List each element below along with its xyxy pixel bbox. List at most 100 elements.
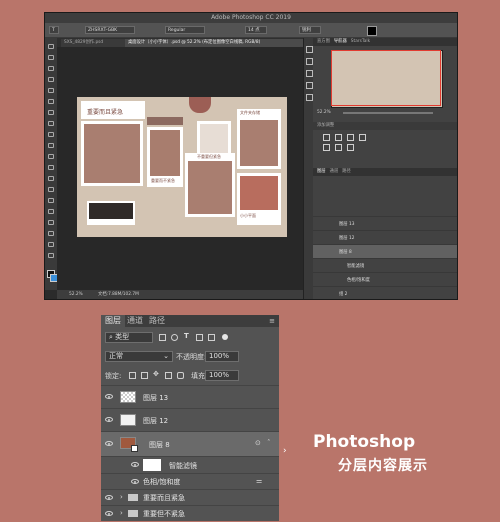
lock-position-icon[interactable]: ✥	[153, 370, 159, 378]
filter-type-icon[interactable]: T	[184, 332, 189, 340]
curves-icon[interactable]	[347, 134, 354, 141]
type-tool-icon[interactable]: T	[49, 26, 59, 34]
color-balance-icon[interactable]	[347, 144, 354, 151]
lock-pixels-icon[interactable]	[141, 372, 148, 379]
eyedropper-tool-icon[interactable]	[48, 99, 54, 104]
panel-menu-icon[interactable]: ≡	[269, 317, 275, 325]
tab-paths[interactable]: 路径	[145, 315, 169, 327]
group-row[interactable]: › 重要但不紧急	[101, 505, 279, 522]
stamp-tool-icon[interactable]	[48, 132, 54, 137]
mini-layer-row[interactable]: 图层 12	[313, 230, 457, 245]
filter-options-icon[interactable]: ⚌	[256, 477, 262, 485]
group-name[interactable]: 重要但不紧急	[143, 509, 185, 519]
mini-layer-row[interactable]: 色相/饱和度	[313, 272, 457, 287]
navigator-zoom-slider[interactable]	[343, 112, 433, 114]
eraser-tool-icon[interactable]	[48, 154, 54, 159]
smart-filter-indicator-icon[interactable]: ⊙	[255, 439, 261, 447]
lock-all-icon[interactable]	[177, 372, 184, 379]
font-size-select[interactable]: 14 点	[245, 26, 267, 34]
levels-icon[interactable]	[335, 134, 342, 141]
filter-row[interactable]: 色相/饱和度 ⚌	[101, 473, 279, 489]
tab-layers[interactable]: 图层	[101, 315, 125, 327]
group-name[interactable]: 重要而且紧急	[143, 493, 185, 503]
tab-starstalk[interactable]: StarsTalk	[351, 39, 370, 44]
mini-layer-row[interactable]: 图层 13	[313, 216, 457, 231]
smart-filter-row[interactable]: 智能滤镜	[101, 456, 279, 473]
layer-name[interactable]: 图层 12	[143, 416, 168, 426]
canvas-area[interactable]: 重要而且紧急 重要而不紧急 不重要但紧急 文件夹存储 小小平面	[57, 47, 303, 290]
font-family-select[interactable]: ZHSRXT-GBK	[85, 26, 135, 34]
mini-layer-row[interactable]: 组 2	[313, 286, 457, 299]
tab-document-1[interactable]: SXS_4829创作.psd	[61, 39, 127, 47]
path-select-tool-icon[interactable]	[48, 220, 54, 225]
tab-channels[interactable]: 通道	[123, 315, 147, 327]
navigator-view-box[interactable]	[331, 50, 441, 106]
layer-name[interactable]: 智能滤镜	[169, 461, 197, 471]
lasso-tool-icon[interactable]	[48, 66, 54, 71]
tab-document-2[interactable]: 桌面设计（小小字体）.psd @ 52.2% (布定位图像空白线稿, RGB/8…	[125, 39, 303, 47]
layer-name[interactable]: 图层 8	[149, 440, 170, 450]
blur-tool-icon[interactable]	[48, 176, 54, 181]
shape-tool-icon[interactable]	[48, 231, 54, 236]
filter-shape-icon[interactable]	[196, 334, 203, 341]
healing-tool-icon[interactable]	[48, 110, 54, 115]
eye-icon[interactable]	[105, 495, 113, 500]
brush-tool-icon[interactable]	[48, 121, 54, 126]
eye-icon[interactable]	[105, 441, 113, 446]
marquee-tool-icon[interactable]	[48, 55, 54, 60]
properties-icon[interactable]	[306, 94, 313, 101]
fill-input[interactable]: 100%	[205, 370, 239, 381]
layer-name[interactable]: 色相/饱和度	[143, 477, 180, 487]
blend-mode-select[interactable]: 正常 ⌄	[105, 351, 173, 362]
filter-mask-thumbnail[interactable]	[143, 459, 161, 471]
type-tool-icon[interactable]	[48, 209, 54, 214]
hue-saturation-icon[interactable]	[335, 144, 342, 151]
gradient-tool-icon[interactable]	[48, 165, 54, 170]
text-color-swatch[interactable]	[367, 26, 377, 36]
crop-tool-icon[interactable]	[48, 88, 54, 93]
eye-icon[interactable]	[105, 511, 113, 516]
filter-pixel-icon[interactable]	[159, 334, 166, 341]
history-icon[interactable]	[306, 46, 313, 53]
mini-layer-row[interactable]: 图层 8	[313, 244, 457, 259]
group-row[interactable]: › 重要而且紧急	[101, 489, 279, 505]
lock-artboard-icon[interactable]	[165, 372, 172, 379]
exposure-icon[interactable]	[359, 134, 366, 141]
eye-icon[interactable]	[131, 479, 139, 484]
eye-icon[interactable]	[105, 417, 113, 422]
filter-toggle-icon[interactable]	[222, 334, 228, 340]
filter-smart-object-icon[interactable]	[208, 334, 215, 341]
move-tool-icon[interactable]	[48, 44, 54, 49]
vibrance-icon[interactable]	[323, 144, 330, 151]
layer-row-selected[interactable]: 图层 8 ⊙ ˆ	[101, 431, 279, 456]
character-icon[interactable]	[306, 70, 313, 77]
paragraph-icon[interactable]	[306, 82, 313, 89]
magic-wand-tool-icon[interactable]	[48, 77, 54, 82]
chevron-right-icon[interactable]: ›	[120, 509, 123, 517]
brightness-icon[interactable]	[323, 134, 330, 141]
layer-row[interactable]: 图层 12	[101, 408, 279, 431]
document-canvas[interactable]: 重要而且紧急 重要而不紧急 不重要但紧急 文件夹存储 小小平面	[77, 97, 287, 237]
lock-transparent-icon[interactable]	[129, 372, 136, 379]
filter-adjustment-icon[interactable]	[171, 334, 178, 341]
layer-filter-select[interactable]: ⌕ 类型	[105, 332, 153, 343]
hand-tool-icon[interactable]	[48, 242, 54, 247]
tab-histogram[interactable]: 直方图	[317, 39, 330, 44]
layer-name[interactable]: 图层 13	[143, 393, 168, 403]
eye-icon[interactable]	[105, 394, 113, 399]
font-style-select[interactable]: Regular	[165, 26, 205, 34]
layer-row[interactable]: 图层 13	[101, 385, 279, 408]
chevron-right-icon[interactable]: ›	[120, 493, 123, 501]
history-brush-tool-icon[interactable]	[48, 143, 54, 148]
zoom-level[interactable]: 52.2%	[69, 292, 83, 297]
tab-navigator[interactable]: 导航器	[334, 39, 347, 44]
pen-tool-icon[interactable]	[48, 198, 54, 203]
antialias-select[interactable]: 锐利	[299, 26, 321, 34]
zoom-tool-icon[interactable]	[48, 253, 54, 258]
mini-layer-row[interactable]: 智能滤镜	[313, 258, 457, 273]
collapse-arrow-icon[interactable]: ˆ	[267, 439, 271, 447]
eye-icon[interactable]	[131, 462, 139, 467]
dodge-tool-icon[interactable]	[48, 187, 54, 192]
brush-settings-icon[interactable]	[306, 58, 313, 65]
opacity-input[interactable]: 100%	[205, 351, 239, 362]
